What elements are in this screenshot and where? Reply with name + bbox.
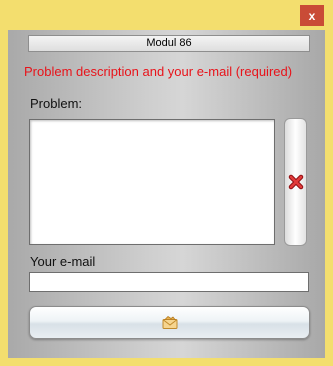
problem-textarea[interactable] <box>29 119 275 245</box>
email-label: Your e-mail <box>30 254 96 269</box>
problem-label: Problem: <box>30 96 83 111</box>
email-field[interactable] <box>29 272 309 292</box>
module-title: Modul 86 <box>28 35 310 52</box>
clear-x-icon <box>288 174 303 190</box>
description-text: Problem description and your e-mail (req… <box>24 64 293 79</box>
close-icon: x <box>308 8 316 23</box>
clear-button[interactable] <box>284 118 307 246</box>
envelope-icon <box>162 315 177 329</box>
app-window: x Modul 86 Problem description and your … <box>0 0 333 366</box>
send-button[interactable] <box>29 306 310 339</box>
client-area: Modul 86 Problem description and your e-… <box>8 30 325 358</box>
close-button[interactable]: x <box>300 5 324 26</box>
